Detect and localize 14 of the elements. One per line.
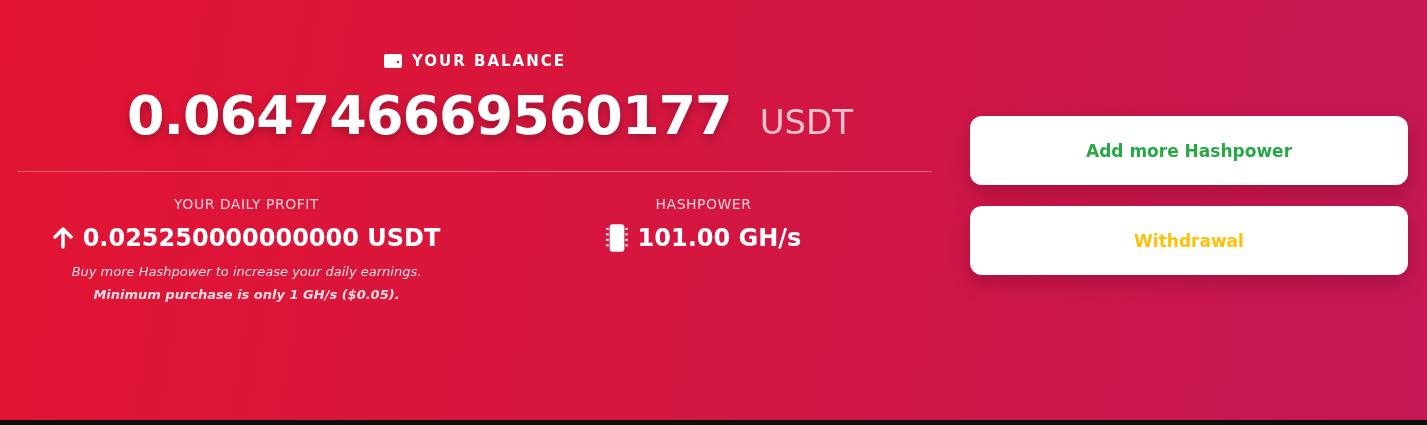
action-button[interactable]: Withdrawal <box>970 206 1408 275</box>
daily-profit-label: YOUR DAILY PROFIT <box>174 196 319 212</box>
action-button[interactable]: Add more Hashpower <box>970 116 1408 185</box>
hashpower-label: HASHPOWER <box>655 196 752 212</box>
hashpower-value: 101.00 GH/s <box>637 224 802 252</box>
balance-amount: 0.064746669560177 <box>126 84 732 147</box>
balance-label: YOUR BALANCE <box>411 52 567 70</box>
profit-note: Buy more Hashpower to increase your daily earnings. <box>71 264 422 279</box>
up-arrow-icon <box>52 227 73 249</box>
minimum-purchase-note: Minimum purchase is only 1 GH/s ($0.05). <box>93 287 400 302</box>
daily-profit-value: 0.025250000000000 USDT <box>82 224 441 252</box>
balance-currency: USDT <box>759 102 854 142</box>
chip-icon <box>605 224 628 252</box>
wallet-icon <box>383 54 402 68</box>
